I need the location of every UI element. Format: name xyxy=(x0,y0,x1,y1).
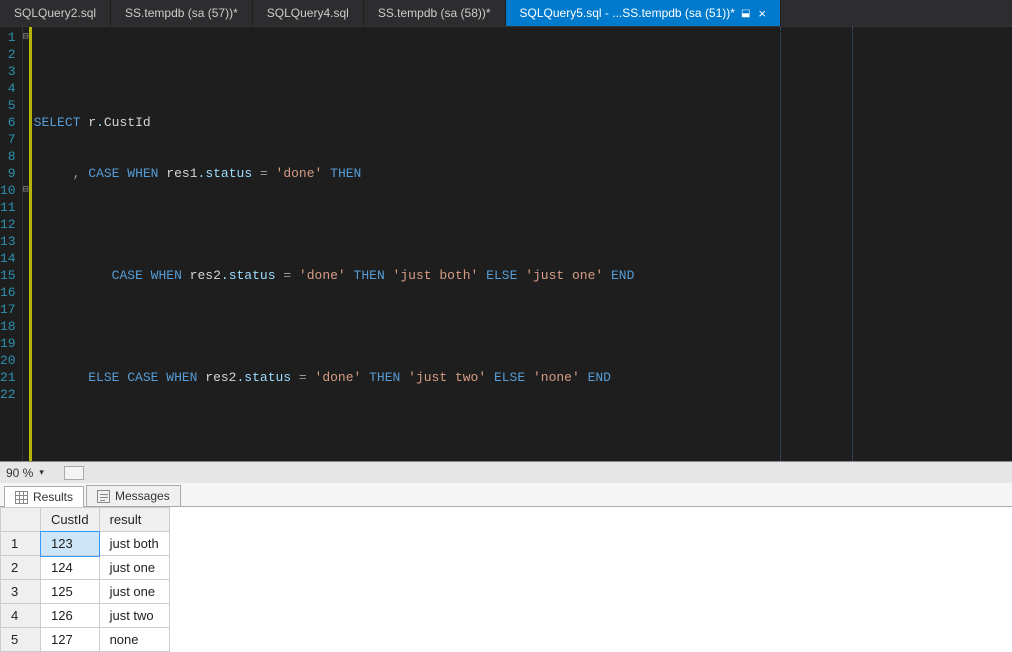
results-table: CustId result 1123just both2124just one3… xyxy=(0,507,170,652)
line-number-gutter: 12345678910111213141516171819202122 xyxy=(0,27,23,461)
code-line: ELSE CASE WHEN res2.status = 'done' THEN… xyxy=(34,369,1012,386)
tab-label: SQLQuery2.sql xyxy=(14,6,96,20)
results-tab-bar: Results Messages xyxy=(0,483,1012,507)
row-header[interactable]: 1 xyxy=(1,532,41,556)
cell[interactable]: just two xyxy=(99,604,169,628)
cell[interactable]: none xyxy=(99,628,169,652)
horizontal-scroll-stub[interactable] xyxy=(64,466,84,480)
code-area[interactable]: SELECT r.CustId , CASE WHEN res1.status … xyxy=(29,27,1012,461)
cell[interactable]: 127 xyxy=(41,628,100,652)
tab-label: Results xyxy=(33,490,73,504)
tab-label: SQLQuery5.sql - ...SS.tempdb (sa (51))* xyxy=(520,6,735,20)
code-line: , CASE WHEN res1.status = 'done' THEN xyxy=(34,165,1012,182)
cell[interactable]: 126 xyxy=(41,604,100,628)
tab-results[interactable]: Results xyxy=(4,486,84,507)
code-line: CASE WHEN res2.status = 'done' THEN 'jus… xyxy=(34,267,1012,284)
grid-corner[interactable] xyxy=(1,508,41,532)
messages-icon xyxy=(97,490,110,503)
cell[interactable]: 123 xyxy=(41,532,100,556)
table-row[interactable]: 4126just two xyxy=(1,604,170,628)
sql-editor[interactable]: 12345678910111213141516171819202122 ⊟⊟ S… xyxy=(0,26,1012,461)
zoom-value[interactable]: 90 % xyxy=(6,466,33,480)
table-row[interactable]: 2124just one xyxy=(1,556,170,580)
cell[interactable]: 125 xyxy=(41,580,100,604)
close-icon[interactable]: × xyxy=(758,7,766,20)
ruler-line xyxy=(780,27,781,461)
cell[interactable]: just one xyxy=(99,556,169,580)
chevron-down-icon[interactable]: ▾ xyxy=(39,467,44,478)
code-line xyxy=(34,216,1012,233)
tab-sqlquery2[interactable]: SQLQuery2.sql xyxy=(0,0,111,26)
code-line xyxy=(34,318,1012,335)
row-header[interactable]: 3 xyxy=(1,580,41,604)
tab-label: SS.tempdb (sa (58))* xyxy=(378,6,491,20)
row-header[interactable]: 2 xyxy=(1,556,41,580)
cell[interactable]: just both xyxy=(99,532,169,556)
cell[interactable]: 124 xyxy=(41,556,100,580)
editor-tab-bar: SQLQuery2.sql SS.tempdb (sa (57))* SQLQu… xyxy=(0,0,1012,26)
column-header[interactable]: result xyxy=(99,508,169,532)
tab-tempdb-57[interactable]: SS.tempdb (sa (57))* xyxy=(111,0,253,26)
pin-icon[interactable]: ⬓ xyxy=(741,8,750,19)
results-grid-icon xyxy=(15,491,28,504)
tab-sqlquery4[interactable]: SQLQuery4.sql xyxy=(253,0,364,26)
code-line xyxy=(34,420,1012,437)
table-row[interactable]: 1123just both xyxy=(1,532,170,556)
code-line: SELECT r.CustId xyxy=(34,114,1012,131)
column-header[interactable]: CustId xyxy=(41,508,100,532)
row-header[interactable]: 4 xyxy=(1,604,41,628)
row-header[interactable]: 5 xyxy=(1,628,41,652)
table-row[interactable]: 5127none xyxy=(1,628,170,652)
tab-tempdb-58[interactable]: SS.tempdb (sa (58))* xyxy=(364,0,506,26)
tab-messages[interactable]: Messages xyxy=(86,485,181,506)
results-grid[interactable]: CustId result 1123just both2124just one3… xyxy=(0,507,1012,652)
tab-sqlquery5[interactable]: SQLQuery5.sql - ...SS.tempdb (sa (51))* … xyxy=(506,0,781,26)
ruler-line xyxy=(852,27,853,461)
tab-label: Messages xyxy=(115,489,170,503)
table-row[interactable]: 3125just one xyxy=(1,580,170,604)
tab-label: SQLQuery4.sql xyxy=(267,6,349,20)
zoom-bar: 90 % ▾ xyxy=(0,461,1012,483)
tab-label: SS.tempdb (sa (57))* xyxy=(125,6,238,20)
cell[interactable]: just one xyxy=(99,580,169,604)
